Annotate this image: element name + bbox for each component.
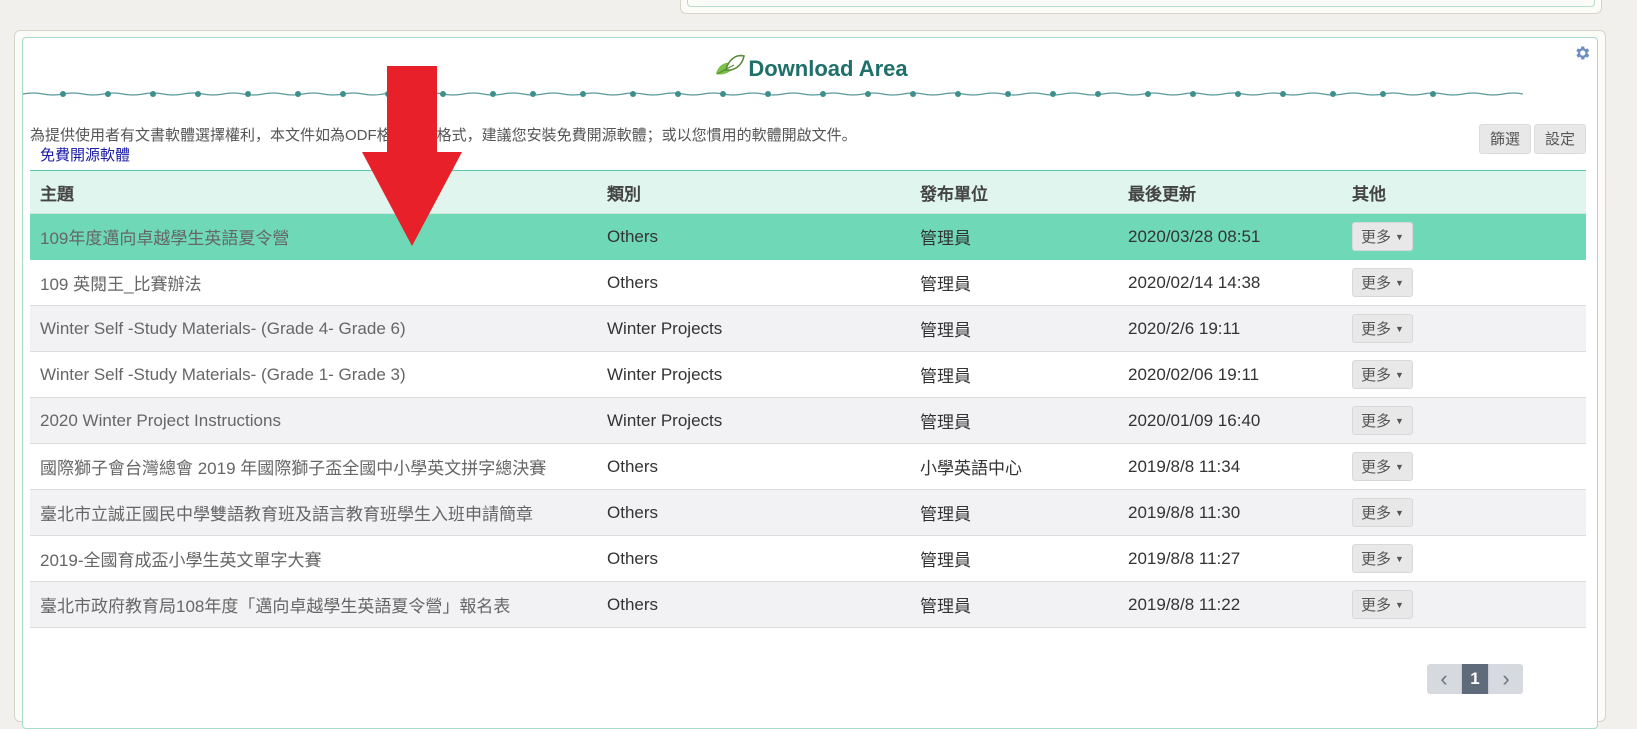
table-row[interactable]: 109 英閱王_比賽辦法 Others 管理員 2020/02/14 14:38…: [30, 259, 1586, 306]
settings-button[interactable]: 設定: [1534, 124, 1587, 154]
next-page-button[interactable]: ›: [1489, 664, 1523, 694]
table-row[interactable]: 109年度邁向卓越學生英語夏令營 Others 管理員 2020/03/28 0…: [30, 213, 1586, 260]
caret-down-icon: ▼: [1395, 508, 1404, 518]
row-category: Others: [597, 535, 910, 582]
table-row[interactable]: Winter Self -Study Materials- (Grade 1- …: [30, 351, 1586, 398]
more-button[interactable]: 更多 ▼: [1352, 314, 1413, 343]
table-row[interactable]: 臺北市政府教育局108年度「邁向卓越學生英語夏令營」報名表 Others 管理員…: [30, 581, 1586, 628]
row-category: Others: [597, 489, 910, 536]
row-category: Others: [597, 443, 910, 490]
row-updated: 2019/8/8 11:34: [1118, 443, 1342, 490]
row-updated: 2019/8/8 11:27: [1118, 535, 1342, 582]
more-button[interactable]: 更多 ▼: [1352, 498, 1413, 527]
row-unit: 管理員: [910, 305, 1118, 352]
upper-panel: [680, 0, 1602, 14]
row-unit: 管理員: [910, 351, 1118, 398]
row-category: Others: [597, 213, 910, 260]
more-button[interactable]: 更多 ▼: [1352, 590, 1413, 619]
header-other: 其他: [1342, 170, 1586, 214]
prev-page-button[interactable]: ‹: [1427, 664, 1462, 694]
more-button[interactable]: 更多 ▼: [1352, 360, 1413, 389]
free-software-link[interactable]: 免費開源軟體: [40, 147, 130, 164]
more-button[interactable]: 更多 ▼: [1352, 452, 1413, 481]
more-button[interactable]: 更多 ▼: [1352, 406, 1413, 435]
row-unit: 管理員: [910, 213, 1118, 260]
header-unit[interactable]: 發布單位: [910, 170, 1118, 214]
pagination: ‹ 1 ›: [1427, 664, 1523, 694]
row-unit: 管理員: [910, 489, 1118, 536]
row-unit: 管理員: [910, 581, 1118, 628]
caret-down-icon: ▼: [1395, 462, 1404, 472]
row-category: Others: [597, 581, 910, 628]
header-category[interactable]: 類別: [597, 170, 910, 214]
caret-down-icon: ▼: [1395, 278, 1404, 288]
row-updated: 2020/2/6 19:11: [1118, 305, 1342, 352]
row-updated: 2020/03/28 08:51: [1118, 213, 1342, 260]
row-topic[interactable]: 109年度邁向卓越學生英語夏令營: [30, 213, 597, 260]
table-row[interactable]: 國際獅子會台灣總會 2019 年國際獅子盃全國中小學英文拼字總決賽 Others…: [30, 443, 1586, 490]
row-topic[interactable]: 2019-全國育成盃小學生英文單字大賽: [30, 535, 597, 582]
header-topic[interactable]: 主題: [30, 170, 597, 214]
row-unit: 管理員: [910, 259, 1118, 306]
row-topic[interactable]: 臺北市立誠正國民中學雙語教育班及語言教育班學生入班申請簡章: [30, 489, 597, 536]
documents-table: 主題 類別 發布單位 最後更新 其他 109年度邁向卓越學生英語夏令營 Othe…: [30, 170, 1586, 628]
row-category: Winter Projects: [597, 305, 910, 352]
caret-down-icon: ▼: [1395, 600, 1404, 610]
row-unit: 管理員: [910, 397, 1118, 444]
table-header-row: 主題 類別 發布單位 最後更新 其他: [30, 170, 1586, 214]
title-row: Download Area: [23, 52, 1597, 92]
header-updated[interactable]: 最後更新: [1118, 170, 1342, 214]
dotted-divider: [23, 91, 1523, 97]
row-updated: 2020/02/06 19:11: [1118, 351, 1342, 398]
download-area-content: Download Area 為提供使用者有文書軟體選擇權利，本文件如為ODF格式…: [22, 37, 1598, 729]
row-topic[interactable]: 臺北市政府教育局108年度「邁向卓越學生英語夏令營」報名表: [30, 581, 597, 628]
row-category: Winter Projects: [597, 351, 910, 398]
row-topic[interactable]: 2020 Winter Project Instructions: [30, 397, 597, 444]
caret-down-icon: ▼: [1395, 416, 1404, 426]
table-row[interactable]: 臺北市立誠正國民中學雙語教育班及語言教育班學生入班申請簡章 Others 管理員…: [30, 489, 1586, 536]
row-topic[interactable]: 109 英閱王_比賽辦法: [30, 259, 597, 306]
current-page[interactable]: 1: [1462, 664, 1489, 694]
row-category: Winter Projects: [597, 397, 910, 444]
table-row[interactable]: 2020 Winter Project Instructions Winter …: [30, 397, 1586, 444]
caret-down-icon: ▼: [1395, 554, 1404, 564]
row-updated: 2019/8/8 11:22: [1118, 581, 1342, 628]
row-topic[interactable]: Winter Self -Study Materials- (Grade 4- …: [30, 305, 597, 352]
page-title: Download Area: [748, 56, 908, 81]
more-button[interactable]: 更多 ▼: [1352, 544, 1413, 573]
table-row[interactable]: Winter Self -Study Materials- (Grade 4- …: [30, 305, 1586, 352]
filter-button[interactable]: 篩選: [1479, 124, 1532, 154]
table-row[interactable]: 2019-全國育成盃小學生英文單字大賽 Others 管理員 2019/8/8 …: [30, 535, 1586, 582]
leaf-icon: [716, 54, 746, 75]
row-updated: 2019/8/8 11:30: [1118, 489, 1342, 536]
row-updated: 2020/01/09 16:40: [1118, 397, 1342, 444]
row-unit: 管理員: [910, 535, 1118, 582]
row-unit: 小學英語中心: [910, 443, 1118, 490]
row-topic[interactable]: 國際獅子會台灣總會 2019 年國際獅子盃全國中小學英文拼字總決賽: [30, 443, 597, 490]
row-topic[interactable]: Winter Self -Study Materials- (Grade 1- …: [30, 351, 597, 398]
caret-down-icon: ▼: [1395, 370, 1404, 380]
download-area-panel: Download Area 為提供使用者有文書軟體選擇權利，本文件如為ODF格式…: [14, 30, 1606, 729]
notice-text: 為提供使用者有文書軟體選擇權利，本文件如為ODF格式文件格式，建議您安裝免費開源…: [30, 126, 860, 166]
notice-body: 為提供使用者有文書軟體選擇權利，本文件如為ODF格式文件格式，建議您安裝免費開源…: [30, 127, 857, 144]
row-updated: 2020/02/14 14:38: [1118, 259, 1342, 306]
caret-down-icon: ▼: [1395, 232, 1404, 242]
more-button[interactable]: 更多 ▼: [1352, 268, 1413, 297]
caret-down-icon: ▼: [1395, 324, 1404, 334]
row-category: Others: [597, 259, 910, 306]
more-button[interactable]: 更多 ▼: [1352, 222, 1413, 251]
